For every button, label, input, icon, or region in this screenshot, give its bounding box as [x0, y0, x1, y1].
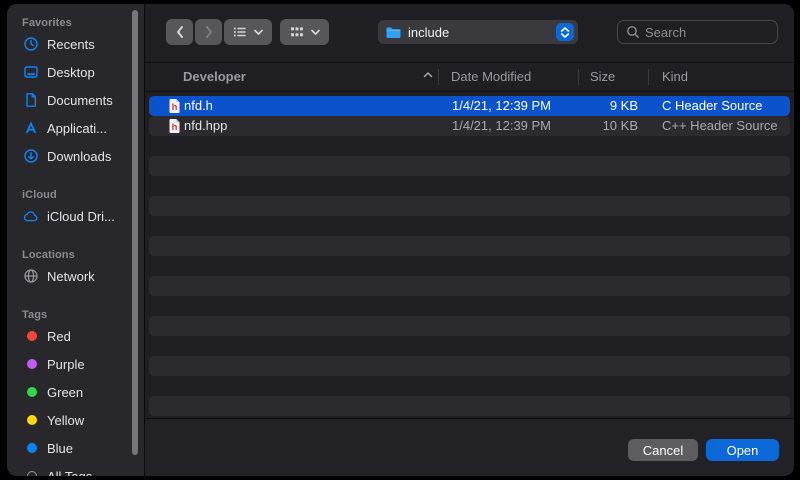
sidebar-item-tag-green[interactable]: Green — [22, 378, 144, 406]
cancel-button[interactable]: Cancel — [628, 439, 698, 461]
empty-row-stripe — [149, 236, 790, 256]
sidebar-item-tag-red[interactable]: Red — [22, 322, 144, 350]
sidebar-item-label: All Tags — [47, 469, 92, 477]
location-dropdown[interactable]: include — [378, 20, 578, 44]
download-circle-icon — [22, 148, 39, 165]
location-dropdown-value: include — [408, 25, 556, 40]
search-icon — [626, 25, 640, 39]
sidebar-item-applications[interactable]: Applicati... — [22, 114, 144, 142]
sidebar-item-tag-all[interactable]: All Tags — [22, 462, 144, 476]
chevron-right-icon — [202, 24, 216, 40]
file-row-nfd-hpp[interactable]: h nfd.hpp 1/4/21, 12:39 PM 10 KB C++ Hea… — [149, 116, 790, 136]
sidebar-item-label: Applicati... — [47, 121, 107, 136]
empty-row-stripe — [149, 356, 790, 376]
empty-row-stripe — [149, 156, 790, 176]
sidebar-section-locations: Locations — [22, 248, 144, 262]
file-size: 10 KB — [558, 116, 638, 136]
main-panel: include Developer Date Modified Size Kin… — [145, 4, 794, 476]
file-kind: C Header Source — [662, 96, 762, 116]
column-header-size[interactable]: Size — [590, 63, 615, 91]
appstore-icon — [22, 120, 39, 137]
file-size: 9 KB — [558, 96, 638, 116]
chevron-left-icon — [173, 24, 187, 40]
sidebar-item-tag-blue[interactable]: Blue — [22, 434, 144, 462]
column-divider — [438, 69, 439, 85]
globe-icon — [22, 268, 39, 285]
sidebar-item-label: Green — [47, 385, 83, 400]
file-name: nfd.h — [184, 96, 213, 116]
sidebar-item-label: Red — [47, 329, 71, 344]
column-header-developer[interactable]: Developer — [183, 63, 246, 91]
sidebar-section-favorites: Favorites — [22, 16, 144, 30]
sidebar-section-tags: Tags — [22, 308, 144, 322]
document-icon — [22, 92, 39, 109]
tag-dot-red-icon — [22, 328, 39, 345]
list-view-icon — [232, 24, 248, 40]
column-divider — [578, 69, 579, 85]
dialog-footer: Cancel Open — [145, 418, 794, 476]
sidebar-item-tag-purple[interactable]: Purple — [22, 350, 144, 378]
file-kind: C++ Header Source — [662, 116, 778, 136]
desktop-icon — [22, 64, 39, 81]
svg-text:h: h — [172, 102, 178, 113]
grid-view-icon — [289, 24, 305, 40]
sidebar-item-recents[interactable]: Recents — [22, 30, 144, 58]
sort-ascending-icon — [423, 71, 433, 79]
sidebar-item-icloud-drive[interactable]: iCloud Dri... — [22, 202, 144, 230]
column-header-date-modified[interactable]: Date Modified — [451, 63, 531, 91]
cloud-icon — [22, 208, 39, 225]
sidebar-item-desktop[interactable]: Desktop — [22, 58, 144, 86]
sidebar-item-network[interactable]: Network — [22, 262, 144, 290]
tag-dot-green-icon — [22, 384, 39, 401]
chevron-down-icon — [253, 26, 264, 38]
empty-row-stripe — [149, 196, 790, 216]
search-field-container — [617, 20, 778, 44]
chevron-down-icon — [310, 26, 321, 38]
sidebar: Favorites Recents Desktop Documents Appl… — [7, 4, 145, 476]
column-header-kind[interactable]: Kind — [662, 63, 688, 91]
sidebar-item-label: iCloud Dri... — [47, 209, 115, 224]
sidebar-item-downloads[interactable]: Downloads — [22, 142, 144, 170]
sidebar-scrollbar-thumb[interactable] — [132, 10, 138, 455]
file-date-modified: 1/4/21, 12:39 PM — [452, 96, 551, 116]
column-divider — [648, 69, 649, 85]
open-button[interactable]: Open — [706, 439, 779, 461]
tag-dot-outline-icon — [22, 468, 39, 477]
empty-row-stripe — [149, 316, 790, 336]
back-button[interactable] — [166, 19, 193, 45]
sidebar-item-label: Yellow — [47, 413, 84, 428]
sidebar-item-label: Recents — [47, 37, 95, 52]
header-divider — [145, 91, 794, 92]
file-name: nfd.hpp — [184, 116, 227, 136]
clock-icon — [22, 36, 39, 53]
sidebar-item-label: Network — [47, 269, 95, 284]
up-down-stepper-icon — [556, 23, 574, 41]
sidebar-item-tag-yellow[interactable]: Yellow — [22, 406, 144, 434]
tag-dot-yellow-icon — [22, 412, 39, 429]
sidebar-section-icloud: iCloud — [22, 188, 144, 202]
tag-dot-blue-icon — [22, 440, 39, 457]
search-input[interactable] — [645, 25, 769, 40]
icon-view-dropdown-button[interactable] — [280, 19, 329, 45]
list-view-dropdown-button[interactable] — [224, 19, 272, 45]
file-list: h nfd.h 1/4/21, 12:39 PM 9 KB C Header S… — [145, 96, 794, 418]
tag-dot-purple-icon — [22, 356, 39, 373]
header-file-icon: h — [168, 118, 181, 134]
open-file-dialog-window: Favorites Recents Desktop Documents Appl… — [7, 4, 794, 476]
sidebar-item-label: Blue — [47, 441, 73, 456]
sidebar-item-label: Desktop — [47, 65, 95, 80]
file-date-modified: 1/4/21, 12:39 PM — [452, 116, 551, 136]
empty-row-stripe — [149, 276, 790, 296]
file-row-nfd-h[interactable]: h nfd.h 1/4/21, 12:39 PM 9 KB C Header S… — [149, 96, 790, 116]
forward-button[interactable] — [195, 19, 222, 45]
sidebar-item-label: Documents — [47, 93, 113, 108]
empty-row-stripe — [149, 396, 790, 416]
sidebar-item-label: Purple — [47, 357, 85, 372]
svg-text:h: h — [172, 122, 178, 133]
header-file-icon: h — [168, 98, 181, 114]
table-header-row: Developer Date Modified Size Kind — [145, 63, 794, 91]
sidebar-item-documents[interactable]: Documents — [22, 86, 144, 114]
sidebar-item-label: Downloads — [47, 149, 111, 164]
folder-icon — [385, 25, 402, 40]
